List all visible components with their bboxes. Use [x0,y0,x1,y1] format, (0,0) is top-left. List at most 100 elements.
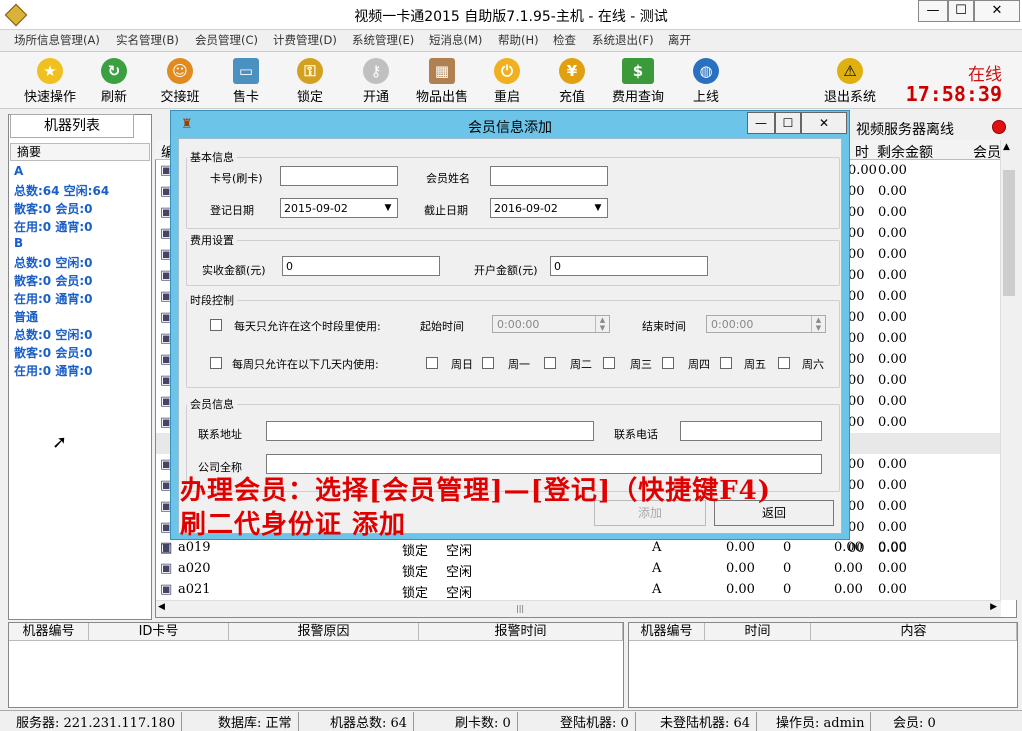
scroll-left-icon[interactable]: ◀ [158,602,165,612]
day-checkbox-tue[interactable] [544,357,556,369]
lock-button[interactable]: ⚿ 锁定 [278,56,342,105]
phone-input[interactable] [680,421,822,441]
grid-cell: 00 [848,205,865,220]
day-checkbox-sat[interactable] [778,357,790,369]
open-amount-input[interactable] [550,256,708,276]
spinner-icon[interactable]: ▲ ▼ [811,316,825,332]
exit-system-button[interactable]: ⚠ 退出系统 [818,56,882,105]
day-label: 周三 [630,358,652,371]
tab-machine-list[interactable]: 机器列表 [10,114,134,138]
goods-sale-button[interactable]: ▦ 物品出售 [410,56,474,105]
grid-cell: 0.00 [878,163,907,178]
globe-icon: ◍ [693,58,719,84]
grid-cell: 00 [848,478,865,493]
menu-billing[interactable]: 计费管理(D) [273,32,337,48]
refresh-button[interactable]: ↻ 刷新 [82,56,146,105]
end-time-input[interactable]: 0:00:00 ▲ ▼ [706,315,826,333]
reg-date-picker[interactable]: 2015-09-02 ▼ [280,198,398,218]
start-time-input[interactable]: 0:00:00 ▲ ▼ [492,315,610,333]
grid-cell: 00 [848,499,865,514]
address-input[interactable] [266,421,594,441]
time-control-group: 时段控制 [186,292,840,388]
menu-realname[interactable]: 实名管理(B) [116,32,179,48]
scroll-right-icon[interactable]: ▶ [990,602,997,612]
chevron-down-icon: ▼ [384,203,392,213]
recharge-button[interactable]: ¥ 充值 [540,56,604,105]
open-button[interactable]: ⚷ 开通 [344,56,408,105]
day-checkbox-mon[interactable] [482,357,494,369]
grid-cell: 0.00 [878,394,907,409]
spinner-icon[interactable]: ▲ ▼ [595,316,609,332]
group-name[interactable]: B [14,236,23,250]
status-swipe-count: 刷卡数: 0 [455,712,518,731]
menu-help[interactable]: 帮助(H) [498,32,539,48]
menu-leave[interactable]: 离开 [668,32,691,48]
grid-cell: 00 [848,247,865,262]
quick-op-button[interactable]: ★ 快速操作 [18,56,82,105]
status-not-logged-in: 未登陆机器: 64 [660,712,758,731]
grid-vertical-scrollbar[interactable]: ▲ [1000,140,1017,600]
menu-member[interactable]: 会员管理(C) [195,32,258,48]
day-checkbox-thu[interactable] [662,357,674,369]
msg-col-machine[interactable]: 机器编号 [629,623,705,641]
grid-cell: 00 [848,352,865,367]
sell-card-button[interactable]: ▭ 售卡 [214,56,278,105]
daily-checkbox[interactable] [210,319,222,331]
grid-cell: 00 [848,310,865,325]
menu-system[interactable]: 系统管理(E) [352,32,414,48]
dialog-close-button[interactable]: ✕ [801,112,847,134]
grid-horizontal-scrollbar[interactable]: ◀ ||| ▶ [156,600,1001,617]
msg-col-content[interactable]: 内容 [811,623,1017,641]
minimize-button[interactable]: — [918,0,948,22]
grid-cell: 00 [848,520,865,535]
instruction-overlay-line2: 刷二代身份证 添加 [180,510,407,540]
key-icon: ⚷ [363,58,389,84]
scroll-thumb[interactable] [1003,170,1015,296]
lock-icon: ⚿ [297,58,323,84]
close-button[interactable]: ✕ [974,0,1020,22]
alarm-col-machine[interactable]: 机器编号 [9,623,89,641]
paid-amount-input[interactable] [282,256,440,276]
handover-button[interactable]: ☺ 交接班 [148,56,212,105]
menu-exit[interactable]: 系统退出(F) [592,32,654,48]
day-checkbox-fri[interactable] [720,357,732,369]
grid-col-member[interactable]: 会员 [973,142,1001,162]
fee-query-button[interactable]: $ 费用查询 [606,56,670,105]
status-bar: 服务器: 221.231.117.180 数据库: 正常 机器总数: 64 刷卡… [0,710,1022,731]
maximize-button[interactable]: ☐ [948,0,974,22]
scroll-grip-icon[interactable]: ||| [516,604,536,614]
table-row[interactable]: ▣ a020 锁定 空闲 A 0.00 0 0.00 0.00 [156,559,1001,580]
msg-col-time[interactable]: 时间 [705,623,811,641]
menu-check[interactable]: 检查 [553,32,576,48]
menu-message[interactable]: 短消息(M) [429,32,482,48]
restart-button[interactable]: ⏻ 重启 [475,56,539,105]
grid-cell: 00 [848,373,865,388]
users-icon: ☺ [167,58,193,84]
alarm-col-idcard[interactable]: ID卡号 [89,623,229,641]
grid-col-balance[interactable]: 剩余金额 [877,142,933,162]
status-logged-in: 登陆机器: 0 [560,712,636,731]
scroll-up-icon[interactable]: ▲ [1003,142,1010,152]
table-row[interactable]: ▣ a019 锁定 空闲 A 0.00 0 0.00 0.00 [156,538,1001,559]
grid-col-time[interactable]: 时 [855,142,869,162]
online-button[interactable]: ◍ 上线 [674,56,738,105]
grid-cell: 0.00 [878,289,907,304]
dialog-maximize-button[interactable]: ☐ [775,112,801,134]
fee-legend: 费用设置 [190,234,234,247]
dialog-minimize-button[interactable]: — [747,112,775,134]
member-name-input[interactable] [490,166,608,186]
group-name[interactable]: A [14,164,23,178]
day-checkbox-sun[interactable] [426,357,438,369]
alarm-col-time[interactable]: 报警时间 [419,623,623,641]
card-input[interactable] [280,166,398,186]
alarm-col-reason[interactable]: 报警原因 [229,623,419,641]
menu-venue[interactable]: 场所信息管理(A) [14,32,100,48]
exp-date-picker[interactable]: 2016-09-02 ▼ [490,198,608,218]
weekly-checkbox[interactable] [210,357,222,369]
group-name[interactable]: 普通 [14,308,38,325]
day-checkbox-wed[interactable] [603,357,615,369]
table-row[interactable]: ▣ a021 锁定 空闲 A 0.00 0 0.00 0.00 [156,580,1001,601]
mouse-cursor-icon: ➚ [52,432,68,453]
time-control-legend: 时段控制 [190,294,234,307]
member-info-legend: 会员信息 [190,398,234,411]
